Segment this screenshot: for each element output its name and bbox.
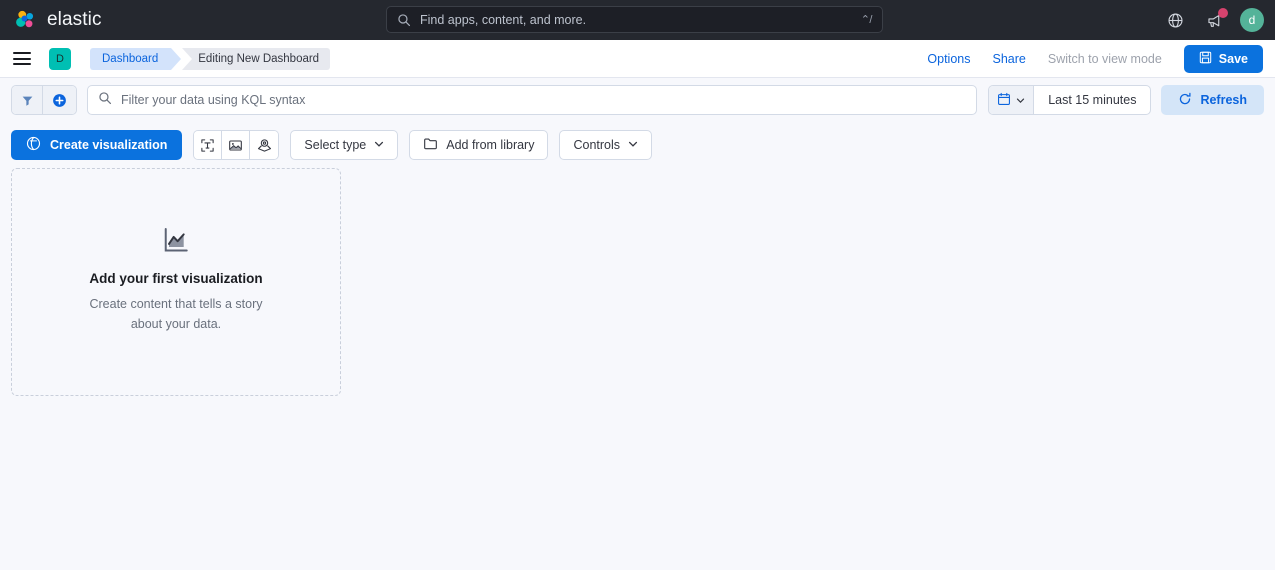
add-from-library-label: Add from library	[446, 138, 535, 152]
news-feed-icon[interactable]	[1201, 7, 1228, 33]
options-button[interactable]: Options	[916, 52, 981, 66]
search-icon	[397, 13, 411, 27]
search-shortcut-hint: ⌃/	[860, 14, 873, 26]
brand-name: elastic	[47, 9, 102, 30]
help-support-icon[interactable]	[1162, 7, 1188, 33]
chevron-down-icon	[374, 138, 384, 152]
query-bar: Last 15 minutes Refresh	[0, 78, 1275, 122]
refresh-button-label: Refresh	[1200, 93, 1247, 107]
image-panel-icon[interactable]	[222, 131, 251, 159]
folder-icon	[423, 136, 438, 154]
empty-state-title: Add your first visualization	[89, 271, 263, 287]
refresh-button[interactable]: Refresh	[1161, 85, 1264, 115]
kql-query-input-wrapper[interactable]	[87, 85, 978, 115]
maps-panel-icon[interactable]	[250, 131, 279, 159]
panel-type-icon-group	[193, 130, 280, 160]
dashboard-toolbar: Create visualization Select type Add fro…	[0, 122, 1275, 168]
notification-badge	[1218, 8, 1228, 18]
controls-button[interactable]: Controls	[559, 130, 653, 160]
empty-state-subtitle: Create content that tells a story about …	[89, 297, 263, 331]
breadcrumb-editing-label: Editing New Dashboard	[198, 52, 320, 65]
dashboard-canvas: Add your first visualization Create cont…	[0, 168, 1275, 396]
breadcrumb-item-editing: Editing New Dashboard	[182, 47, 331, 70]
select-type-label: Select type	[304, 138, 367, 152]
user-avatar[interactable]: d	[1240, 8, 1264, 32]
elastic-logo-icon	[14, 8, 38, 32]
brand-area: elastic	[0, 8, 300, 32]
refresh-icon	[1178, 92, 1192, 109]
add-from-library-button[interactable]: Add from library	[409, 130, 549, 160]
area-chart-icon	[162, 226, 190, 259]
create-visualization-label: Create visualization	[50, 138, 168, 152]
calendar-icon	[997, 92, 1011, 109]
switch-to-view-mode-button[interactable]: Switch to view mode	[1037, 52, 1173, 66]
kql-query-input[interactable]	[112, 93, 967, 107]
save-disk-icon	[1199, 51, 1212, 67]
text-panel-icon[interactable]	[194, 131, 223, 159]
breadcrumb: Dashboard Editing New Dashboard	[90, 47, 331, 70]
dashboard-actions: Options Share Switch to view mode Save	[916, 40, 1263, 78]
save-button-label: Save	[1218, 52, 1248, 66]
date-picker-group: Last 15 minutes	[988, 85, 1152, 115]
breadcrumb-dashboard-label: Dashboard	[102, 52, 159, 65]
breadcrumb-item-dashboard[interactable]: Dashboard	[90, 47, 182, 70]
share-button[interactable]: Share	[982, 52, 1037, 66]
global-header: elastic ⌃/ d	[0, 0, 1275, 40]
empty-visualization-panel[interactable]: Add your first visualization Create cont…	[11, 168, 341, 396]
time-range-display[interactable]: Last 15 minutes	[1034, 86, 1150, 114]
header-actions: d	[1162, 0, 1264, 40]
global-search-bar[interactable]: ⌃/	[386, 6, 883, 33]
chevron-down-icon	[1016, 93, 1025, 108]
controls-label: Controls	[573, 138, 621, 152]
filter-button-group	[11, 85, 77, 115]
search-icon	[98, 91, 112, 110]
global-search-input[interactable]	[411, 12, 861, 27]
add-filter-icon[interactable]	[43, 86, 76, 114]
select-type-button[interactable]: Select type	[290, 130, 399, 160]
breadcrumb-bar: D Dashboard Editing New Dashboard Option…	[0, 40, 1275, 78]
space-badge[interactable]: D	[49, 47, 71, 70]
hamburger-menu-icon[interactable]	[12, 47, 36, 71]
save-button[interactable]: Save	[1183, 45, 1263, 73]
filter-icon[interactable]	[12, 86, 43, 114]
calendar-dropdown-button[interactable]	[989, 86, 1035, 114]
chevron-down-icon	[628, 138, 638, 152]
create-visualization-button[interactable]: Create visualization	[11, 130, 183, 160]
lens-icon	[26, 136, 41, 154]
